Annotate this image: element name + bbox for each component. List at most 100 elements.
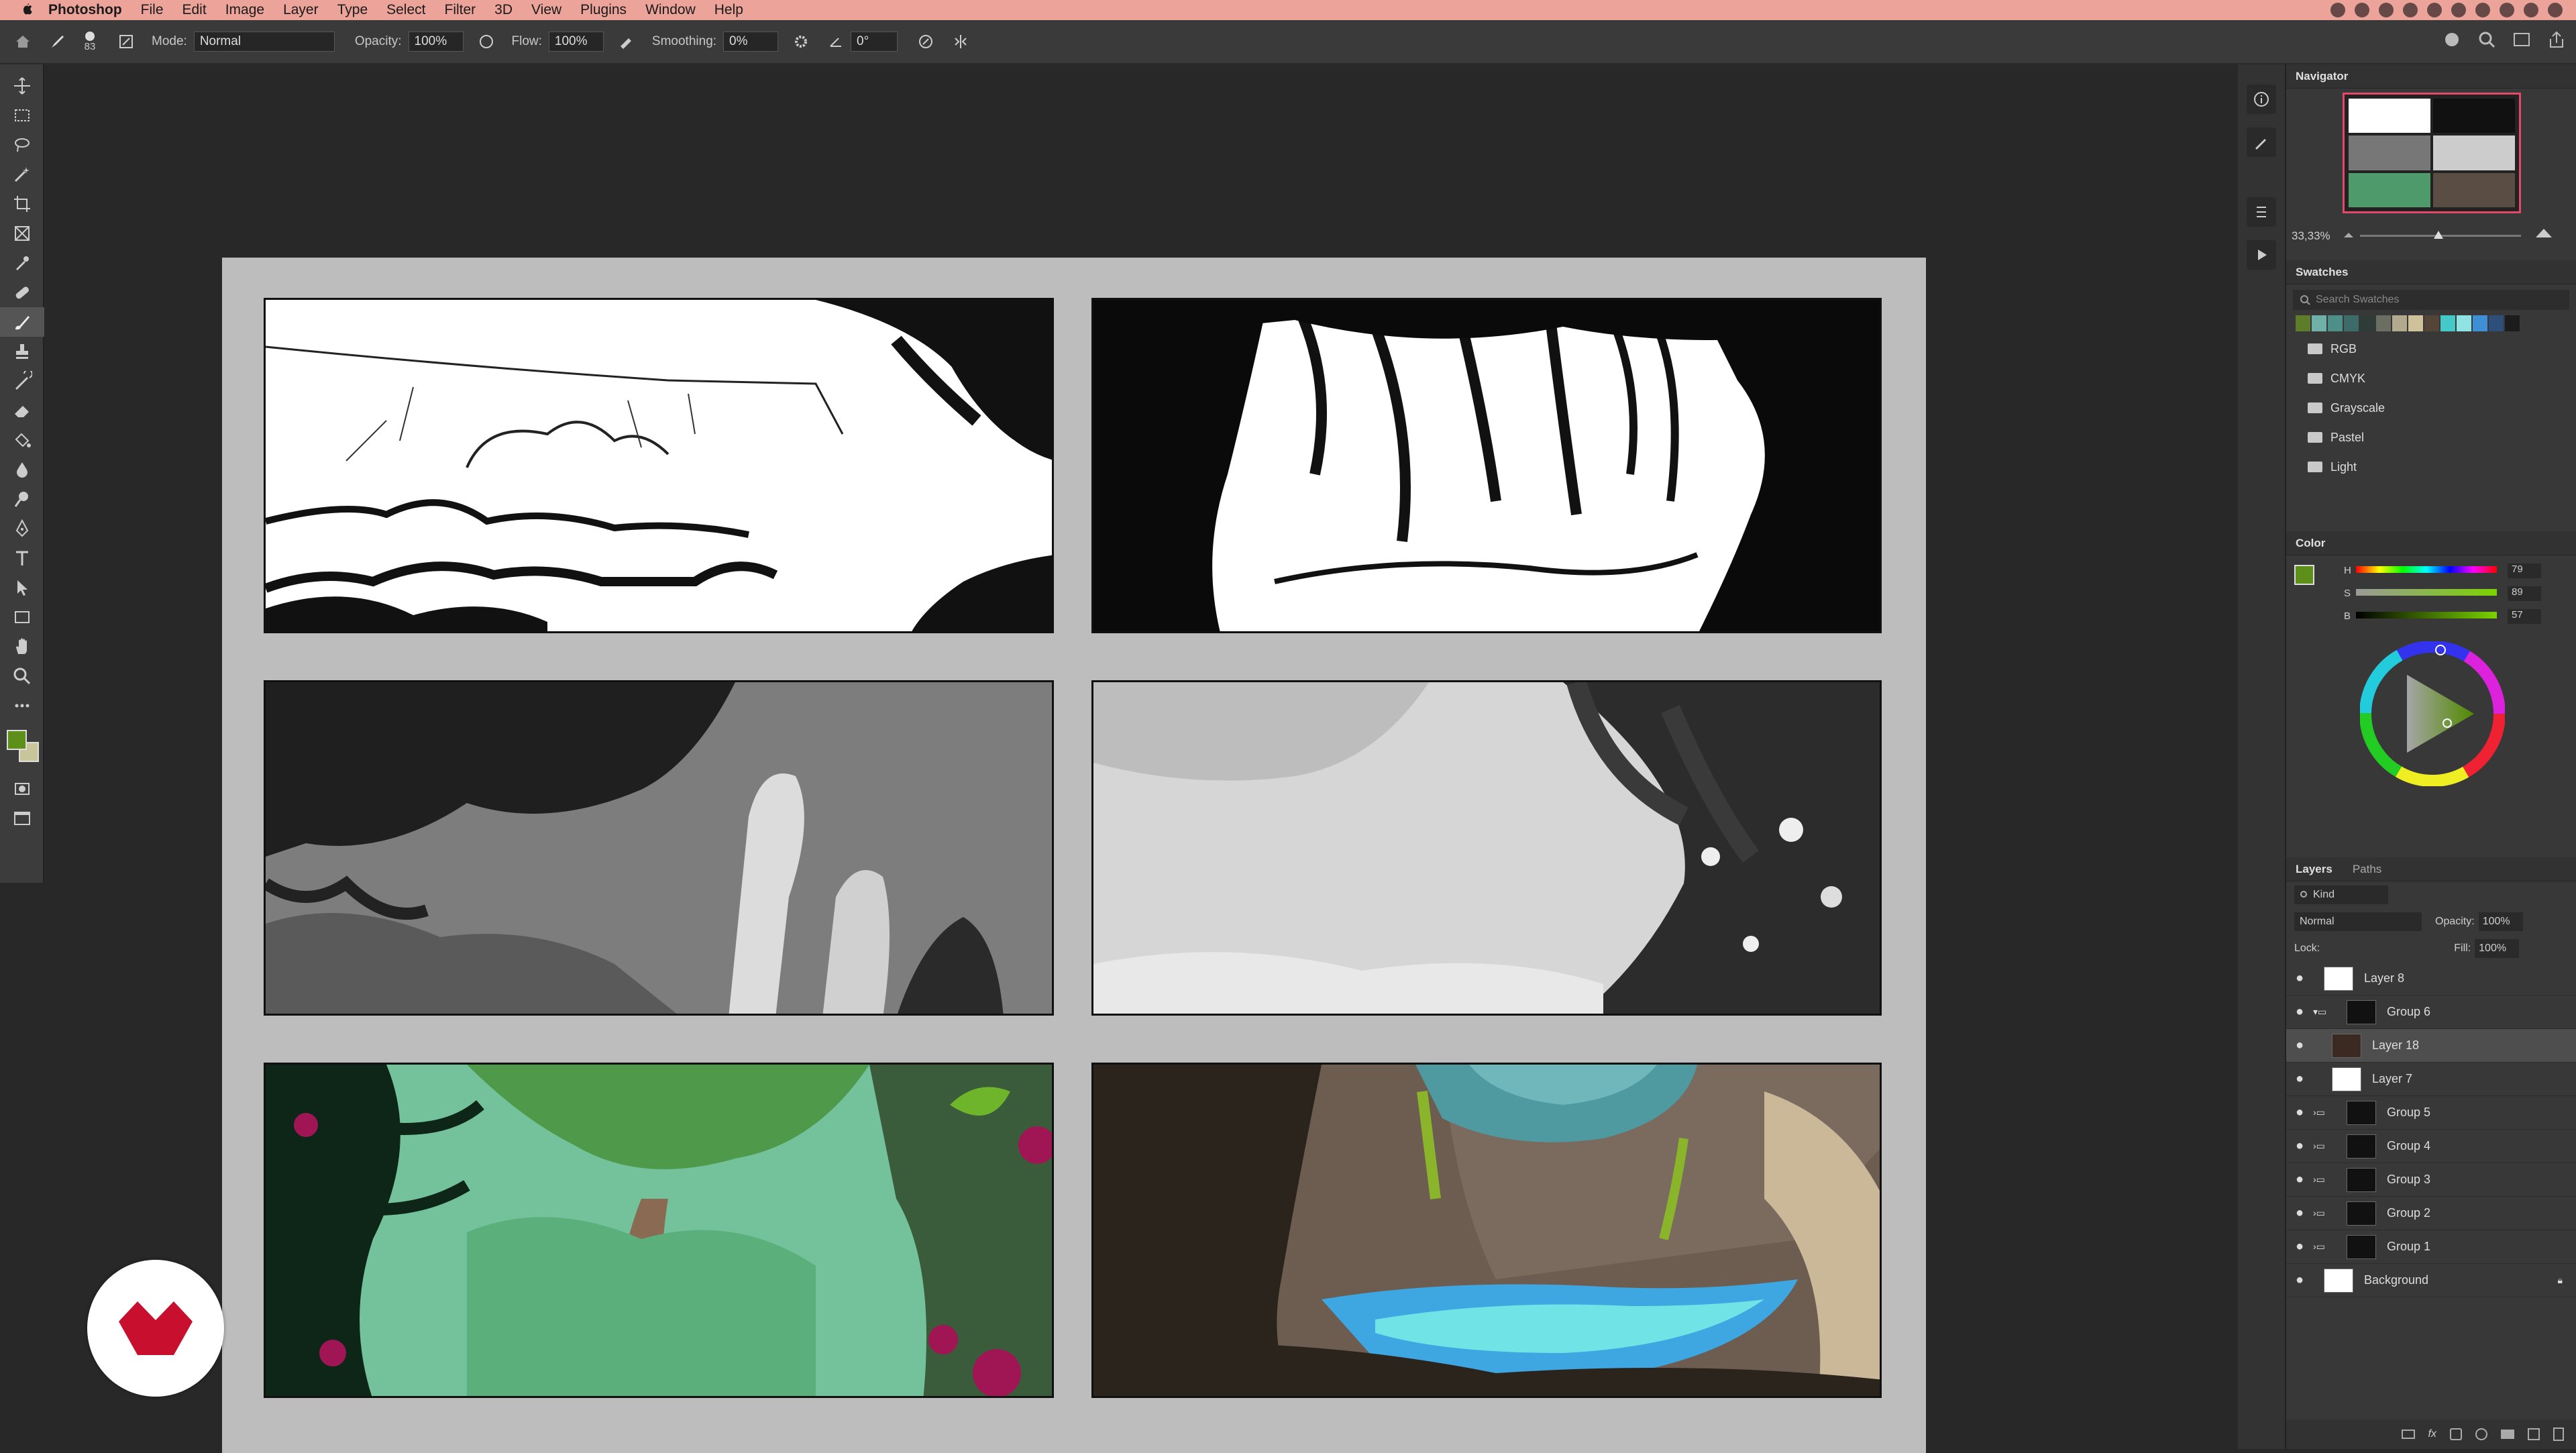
opacity-field[interactable]: 100% — [408, 32, 464, 52]
layer-row-group-3[interactable]: ● ›▭ Group 3 — [2286, 1163, 2576, 1197]
color-swatch[interactable] — [2312, 315, 2326, 331]
eyedropper-tool[interactable] — [0, 248, 44, 278]
control-center-icon[interactable] — [2548, 3, 2563, 17]
color-swatch[interactable] — [2360, 315, 2375, 331]
home-icon[interactable] — [11, 30, 35, 54]
new-group-icon[interactable] — [2501, 1430, 2514, 1439]
volume-icon[interactable] — [2500, 3, 2514, 17]
search-icon[interactable] — [2524, 3, 2538, 17]
swatch-group-cmyk[interactable]: CMYK — [2286, 364, 2576, 393]
color-swatch[interactable] — [2505, 315, 2520, 331]
navigator-preview[interactable] — [2343, 93, 2521, 213]
eye-icon[interactable]: ● — [2286, 1105, 2313, 1120]
eye-icon[interactable]: ● — [2286, 1239, 2313, 1254]
folder-icon[interactable]: ›▭ — [2313, 1207, 2347, 1219]
history-brush-tool[interactable] — [0, 366, 44, 396]
dodge-tool[interactable] — [0, 484, 44, 514]
brush-panel-button[interactable] — [2247, 127, 2276, 157]
menu-select[interactable]: Select — [386, 2, 425, 18]
kind-filter-select[interactable]: Kind — [2294, 885, 2388, 904]
eye-icon[interactable]: ● — [2286, 1138, 2313, 1154]
layer-row-group-2[interactable]: ● ›▭ Group 2 — [2286, 1197, 2576, 1230]
lasso-tool[interactable] — [0, 130, 44, 160]
pen-tool[interactable] — [0, 514, 44, 543]
navigator-zoom-value[interactable]: 33,33% — [2292, 229, 2330, 243]
menu-view[interactable]: View — [531, 2, 561, 18]
color-swatch[interactable] — [2328, 315, 2343, 331]
swatches-panel-header[interactable]: Swatches — [2286, 260, 2576, 284]
search-icon[interactable] — [2477, 30, 2497, 50]
brightness-slider[interactable] — [2356, 612, 2497, 618]
zoom-tool[interactable] — [0, 661, 44, 691]
color-swatch[interactable] — [2408, 315, 2423, 331]
eraser-tool[interactable] — [0, 396, 44, 425]
edit-toolbar-button[interactable] — [0, 691, 44, 720]
learn-icon[interactable] — [2442, 30, 2462, 50]
eye-icon[interactable]: ● — [2286, 1004, 2313, 1020]
mode-select[interactable]: Normal — [193, 32, 335, 52]
info-panel-button[interactable] — [2247, 85, 2276, 114]
layer-row-background[interactable]: ● Background 🔒︎ — [2286, 1264, 2576, 1297]
eye-icon[interactable]: ● — [2286, 1038, 2313, 1053]
flow-field[interactable]: 100% — [548, 32, 604, 52]
pressure-opacity-icon[interactable] — [474, 30, 498, 54]
color-panel-header[interactable]: Color — [2286, 531, 2576, 555]
layer-row-group-1[interactable]: ● ›▭ Group 1 — [2286, 1230, 2576, 1264]
brightness-value[interactable]: 57 — [2508, 609, 2541, 624]
saturation-slider[interactable] — [2356, 589, 2497, 596]
new-layer-icon[interactable] — [2528, 1428, 2540, 1440]
brush-settings-icon[interactable] — [114, 30, 138, 54]
angle-field[interactable]: 0° — [851, 32, 898, 52]
zoom-slider-handle[interactable] — [2434, 231, 2443, 239]
color-swatch[interactable] — [2392, 315, 2407, 331]
menu-app-name[interactable]: Photoshop — [48, 2, 122, 18]
adjustment-icon[interactable] — [2475, 1428, 2487, 1440]
menu-file[interactable]: File — [141, 2, 164, 18]
type-tool[interactable] — [0, 543, 44, 573]
swatch-group-light[interactable]: Light — [2286, 452, 2576, 482]
wifi-icon[interactable] — [2475, 3, 2490, 17]
zoom-out-icon[interactable] — [2343, 229, 2355, 239]
eye-icon[interactable]: ● — [2286, 1172, 2313, 1187]
hue-value[interactable]: 79 — [2508, 563, 2541, 578]
frame-tool[interactable] — [0, 219, 44, 248]
status-icon[interactable] — [2427, 3, 2442, 17]
healing-brush-tool[interactable] — [0, 278, 44, 307]
status-icon[interactable] — [2451, 3, 2466, 17]
zoom-in-icon[interactable] — [2534, 227, 2553, 239]
screen-mode-button[interactable] — [0, 804, 44, 833]
color-wheel[interactable] — [2360, 641, 2505, 786]
symmetry-icon[interactable] — [949, 30, 973, 54]
layer-row-layer-7[interactable]: ● Layer 7 — [2286, 1063, 2576, 1096]
path-selection-tool[interactable] — [0, 573, 44, 602]
brush-tool-preset-icon[interactable] — [46, 30, 70, 54]
status-icon[interactable] — [2403, 3, 2418, 17]
color-swatch[interactable] — [2457, 315, 2471, 331]
link-icon[interactable] — [2401, 1430, 2415, 1439]
swatches-search-field[interactable]: Search Swatches — [2293, 290, 2569, 310]
folder-icon[interactable]: ›▭ — [2313, 1174, 2347, 1185]
eye-icon[interactable]: ● — [2286, 1205, 2313, 1221]
magic-wand-tool[interactable] — [0, 160, 44, 189]
smoothing-field[interactable]: 0% — [723, 32, 779, 52]
navigator-panel-header[interactable]: Navigator — [2286, 64, 2576, 89]
tab-layers[interactable]: Layers — [2296, 863, 2332, 876]
apple-icon[interactable] — [20, 3, 35, 17]
folder-open-icon[interactable]: ▾▭ — [2313, 1006, 2347, 1018]
blend-mode-select[interactable]: Normal — [2294, 912, 2422, 931]
menu-image[interactable]: Image — [225, 2, 264, 18]
menu-layer[interactable]: Layer — [283, 2, 319, 18]
menu-help[interactable]: Help — [714, 2, 743, 18]
share-icon[interactable] — [2546, 30, 2567, 50]
smoothing-gear-icon[interactable] — [789, 30, 813, 54]
color-swatch[interactable] — [2489, 315, 2504, 331]
menu-plugins[interactable]: Plugins — [580, 2, 627, 18]
brush-size-preview[interactable]: 83 — [76, 31, 103, 52]
menu-filter[interactable]: Filter — [445, 2, 476, 18]
color-swatch[interactable] — [2344, 315, 2359, 331]
crop-tool[interactable] — [0, 189, 44, 219]
fill-field[interactable]: 100% — [2475, 939, 2520, 958]
layer-row-group-5[interactable]: ● ›▭ Group 5 — [2286, 1096, 2576, 1130]
color-swatch[interactable] — [2424, 315, 2439, 331]
eye-icon[interactable]: ● — [2286, 971, 2313, 986]
